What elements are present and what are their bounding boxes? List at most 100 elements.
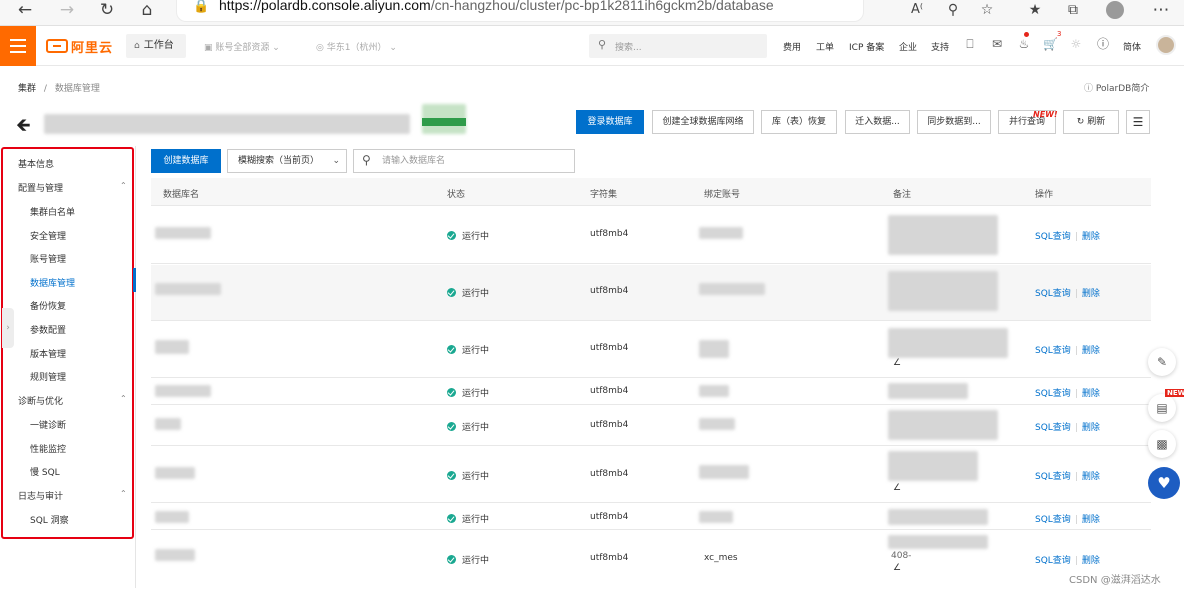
chevron-up-icon[interactable]: ⌃ bbox=[120, 489, 127, 498]
sidebar-item-rules[interactable]: 规则管理 bbox=[30, 370, 66, 383]
pen-icon[interactable]: ✎ bbox=[1148, 348, 1176, 376]
edit-icon[interactable]: ∠ bbox=[893, 563, 901, 573]
actions-cell: SQL查询 | 删除 bbox=[1035, 556, 1100, 566]
sidebar-collapse-handle[interactable]: › bbox=[2, 308, 14, 348]
delete-link[interactable]: 删除 bbox=[1082, 423, 1100, 433]
aliyun-logo[interactable]: 阿里云 bbox=[46, 37, 113, 56]
column-header-actions: 操作 bbox=[1035, 190, 1054, 200]
sidebar-item-databases[interactable]: 数据库管理 bbox=[30, 276, 75, 289]
nav-link-billing[interactable]: 费用 bbox=[783, 40, 801, 53]
sql-query-link[interactable]: SQL查询 bbox=[1035, 423, 1071, 433]
message-icon[interactable]: ✉ bbox=[990, 37, 1004, 51]
sidebar-item-sql-insight[interactable]: SQL 洞察 bbox=[30, 513, 69, 526]
reload-icon[interactable]: ↻ bbox=[96, 0, 118, 20]
sql-query-link[interactable]: SQL查询 bbox=[1035, 289, 1071, 299]
delete-link[interactable]: 删除 bbox=[1082, 556, 1100, 566]
delete-link[interactable]: 删除 bbox=[1082, 472, 1100, 482]
favorites-icon[interactable]: ★ bbox=[1024, 0, 1046, 20]
create-db-button[interactable]: 创建数据库 bbox=[151, 149, 221, 173]
cart-icon[interactable]: 🛒 bbox=[1043, 37, 1058, 51]
delete-link[interactable]: 删除 bbox=[1082, 232, 1100, 242]
sidebar-item-slow-sql[interactable]: 慢 SQL bbox=[30, 465, 60, 478]
read-aloud-icon[interactable]: A⁽ bbox=[906, 0, 928, 20]
sidebar-item-performance[interactable]: 性能监控 bbox=[30, 442, 66, 455]
sidebar-group-config[interactable]: 配置与管理 bbox=[18, 181, 63, 194]
global-search[interactable]: ⚲ 搜索... bbox=[589, 34, 767, 58]
delete-link[interactable]: 删除 bbox=[1082, 289, 1100, 299]
language-select[interactable]: 简体 bbox=[1123, 40, 1141, 53]
avatar[interactable] bbox=[1156, 35, 1176, 55]
collections-icon[interactable]: ⧉ bbox=[1062, 0, 1084, 20]
sidebar-item-whitelist[interactable]: 集群白名单 bbox=[30, 205, 75, 218]
account-redacted bbox=[699, 418, 735, 430]
bell-icon[interactable]: ♨ bbox=[1017, 37, 1031, 51]
sidebar-group-diagnosis[interactable]: 诊断与优化 bbox=[18, 394, 63, 407]
nav-link-icp[interactable]: ICP 备案 bbox=[849, 40, 884, 53]
db-search-input[interactable] bbox=[382, 154, 562, 168]
sql-query-link[interactable]: SQL查询 bbox=[1035, 389, 1071, 399]
home-icon[interactable]: ⌂ bbox=[136, 0, 158, 20]
sync-data-button[interactable]: 同步数据到... bbox=[917, 110, 991, 134]
new-badge: NEW bbox=[1165, 389, 1184, 397]
breadcrumb-cluster[interactable]: 集群 bbox=[18, 84, 36, 94]
chevron-up-icon[interactable]: ⌃ bbox=[120, 181, 127, 190]
help-icon[interactable]: ⓘ bbox=[1096, 37, 1110, 51]
sidebar-item-backup[interactable]: 备份恢复 bbox=[30, 299, 66, 312]
account-scope-select[interactable]: ▣ 账号全部资源 ⌄ bbox=[204, 40, 280, 53]
nav-link-support[interactable]: 支持 bbox=[931, 40, 949, 53]
account-cell: xc_mes bbox=[704, 553, 738, 563]
restore-table-button[interactable]: 库（表）恢复 bbox=[761, 110, 837, 134]
browser-toolbar: ← → ↻ ⌂ 🔒 https://polardb.console.aliyun… bbox=[0, 0, 1184, 26]
more-icon[interactable]: ⋯ bbox=[1150, 0, 1172, 20]
workbench-button[interactable]: ⌂ 工作台 bbox=[126, 34, 186, 58]
sidebar-item-parameters[interactable]: 参数配置 bbox=[30, 323, 66, 336]
lightbulb-icon[interactable]: ☼ bbox=[1069, 37, 1083, 51]
region-select[interactable]: ◎ 华东1（杭州） ⌄ bbox=[316, 40, 397, 53]
edit-icon[interactable]: ∠ bbox=[893, 358, 901, 368]
back-icon[interactable]: ← bbox=[14, 0, 36, 20]
sql-query-link[interactable]: SQL查询 bbox=[1035, 515, 1071, 525]
delete-link[interactable]: 删除 bbox=[1082, 389, 1100, 399]
sidebar-group-logs[interactable]: 日志与审计 bbox=[18, 489, 63, 502]
profile-icon[interactable] bbox=[1104, 0, 1126, 20]
sidebar-item-basic-info[interactable]: 基本信息 bbox=[18, 157, 54, 170]
column-settings-icon[interactable]: ☰ bbox=[1126, 110, 1150, 134]
edit-icon[interactable]: ∠ bbox=[893, 483, 901, 493]
sql-query-link[interactable]: SQL查询 bbox=[1035, 556, 1071, 566]
sql-query-link[interactable]: SQL查询 bbox=[1035, 472, 1071, 482]
status-cell: 运行中 bbox=[447, 553, 489, 566]
check-circle-icon bbox=[447, 471, 456, 480]
refresh-button[interactable]: ↻ 刷新 bbox=[1063, 110, 1119, 134]
nav-link-enterprise[interactable]: 企业 bbox=[899, 40, 917, 53]
sidebar-item-one-click-diagnosis[interactable]: 一键诊断 bbox=[30, 418, 66, 431]
book-icon[interactable]: ▤ bbox=[1148, 394, 1176, 422]
create-global-db-button[interactable]: 创建全球数据库网络 bbox=[652, 110, 754, 134]
remark-redacted bbox=[888, 328, 1008, 358]
forward-icon[interactable]: → bbox=[56, 0, 78, 20]
zoom-icon[interactable]: ⚲ bbox=[942, 0, 964, 20]
back-icon[interactable]: 🡸 bbox=[16, 113, 31, 143]
delete-link[interactable]: 删除 bbox=[1082, 346, 1100, 356]
sidebar-item-versions[interactable]: 版本管理 bbox=[30, 347, 66, 360]
sidebar-item-security[interactable]: 安全管理 bbox=[30, 229, 66, 242]
delete-link[interactable]: 删除 bbox=[1082, 515, 1100, 525]
search-mode-select[interactable]: 模糊搜索（当前页） ⌄ bbox=[227, 149, 347, 173]
chat-icon[interactable]: ▩ bbox=[1148, 430, 1176, 458]
db-search-field[interactable]: ⚲ bbox=[353, 149, 575, 173]
sql-query-link[interactable]: SQL查询 bbox=[1035, 346, 1071, 356]
sidebar-item-accounts[interactable]: 账号管理 bbox=[30, 252, 66, 265]
sql-query-link[interactable]: SQL查询 bbox=[1035, 232, 1071, 242]
polardb-intro-link[interactable]: ⓘ PolarDB简介 bbox=[1084, 81, 1149, 94]
check-circle-icon bbox=[447, 514, 456, 523]
address-bar[interactable]: 🔒 https://polardb.console.aliyun.com/cn-… bbox=[176, 0, 864, 22]
menu-icon[interactable] bbox=[0, 26, 36, 66]
chevron-up-icon[interactable]: ⌃ bbox=[120, 394, 127, 403]
nav-link-ticket[interactable]: 工单 bbox=[816, 40, 834, 53]
add-favorite-icon[interactable]: ☆ bbox=[976, 0, 998, 20]
cloudshell-icon[interactable]: ⎕ bbox=[963, 37, 977, 51]
heart-icon[interactable]: ♥ bbox=[1148, 467, 1180, 499]
migrate-in-button[interactable]: 迁入数据... bbox=[845, 110, 910, 134]
actions-cell: SQL查询 | 删除 bbox=[1035, 472, 1100, 482]
cart-badge: 3 bbox=[1057, 30, 1062, 38]
login-db-button[interactable]: 登录数据库 bbox=[576, 110, 644, 134]
